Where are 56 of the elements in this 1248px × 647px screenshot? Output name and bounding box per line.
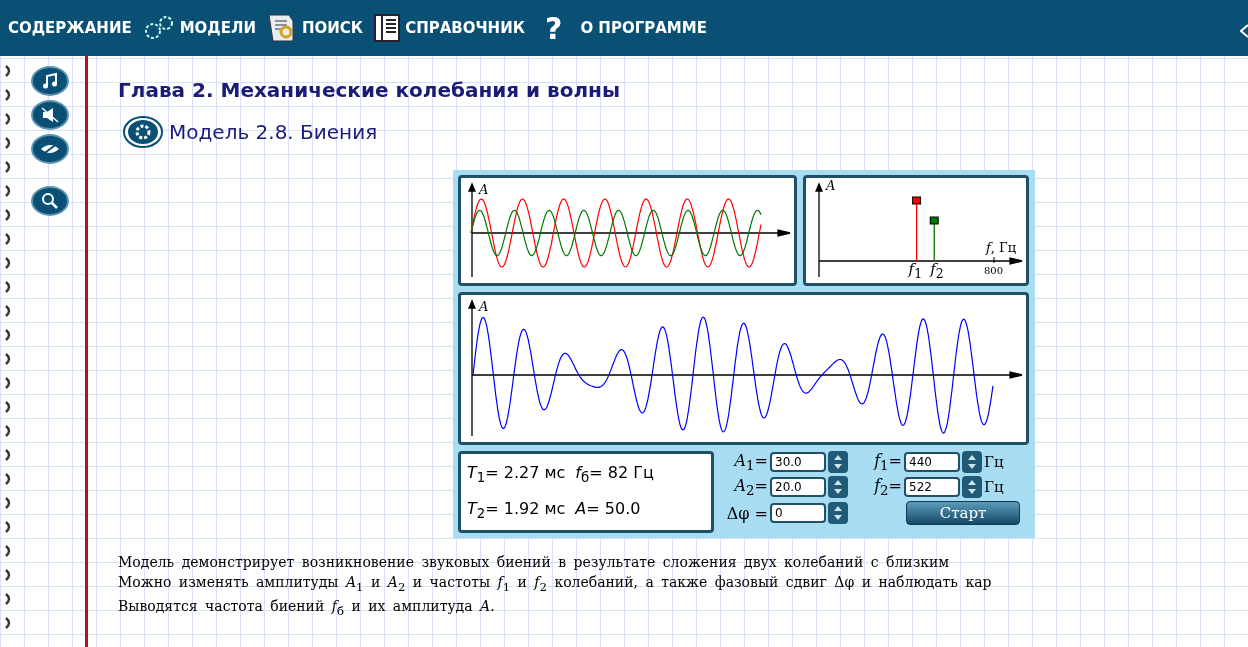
second-spectrum-line (929, 216, 939, 262)
unit-label: Гц (984, 453, 1004, 472)
speaker-muted-icon (39, 106, 60, 124)
field-label: A$_{1}$= (732, 451, 768, 474)
round-tool-button[interactable] (30, 186, 69, 216)
readout-value: A= 50.0 (575, 498, 641, 520)
model-title: Модель 2.8. Биения (169, 120, 378, 144)
music-note-icon (40, 72, 59, 90)
magnifier-icon (40, 192, 59, 210)
up-down-arrows-icon (833, 505, 843, 522)
frequency-label: f$_{1}$ (908, 260, 923, 278)
nav-link[interactable]: О ПРОГРАММЕ (580, 19, 707, 37)
up-down-arrows-icon (833, 479, 843, 496)
up-down-arrows-icon (833, 454, 843, 471)
spinner-button[interactable] (828, 451, 848, 474)
value-field[interactable]: 440 (904, 452, 960, 473)
field-label: f$_{1}$= (872, 451, 902, 474)
round-tool-button[interactable] (30, 100, 69, 130)
field-label: Δφ = (725, 503, 768, 523)
value-field[interactable]: 0 (770, 503, 826, 524)
description-text: Можно изменять амплитуды A$_{1}$ и A$_{2}$ и частоты f$_{1}$ и f$_{2}$ колебаний, а также фазовый сдвиг Δφ и наблюдать кар (118, 574, 993, 594)
spinner-button[interactable] (962, 451, 982, 474)
value-field[interactable]: 20.0 (770, 477, 826, 498)
start-button[interactable]: Старт (906, 501, 1020, 526)
spinner-button[interactable] (962, 476, 982, 499)
nav-link[interactable]: МОДЕЛИ (141, 14, 256, 42)
round-tool-button[interactable] (30, 134, 69, 164)
description-text: Модель демонстрирует возникновение звуковых биений в результате сложения двух колебаний с близким (118, 554, 951, 570)
field-label: f$_{2}$= (872, 476, 902, 499)
value-field[interactable]: 30.0 (770, 452, 826, 473)
field-label: A$_{2}$= (732, 476, 768, 499)
readout-value: T$_{2}$= 1.92 мс (467, 498, 566, 522)
readout-value: T$_{1}$= 2.27 мс (467, 462, 566, 486)
chapter-title: Глава 2. Механические колебания и волны (118, 78, 621, 102)
unit-label: Гц (984, 478, 1004, 497)
book-icon (373, 13, 402, 43)
description-text: Выводятся частота биений f$_{б}$ и их амплитуда A. (118, 597, 496, 618)
axis-label: A (479, 182, 489, 197)
tick-label: 800 (984, 265, 1004, 276)
axis-label: A (826, 178, 836, 193)
up-down-arrows-icon (967, 454, 977, 471)
gear-icon (123, 116, 163, 148)
help-icon: ? (544, 10, 563, 46)
frequency-label: f$_{2}$ (930, 260, 944, 278)
nav-link[interactable]: СПРАВОЧНИК (373, 13, 525, 43)
value-field[interactable]: 522 (904, 477, 960, 498)
axis-label: f, Гц (986, 240, 1017, 255)
nav-link[interactable]: ПОИСК (266, 12, 364, 44)
axis-label: A (479, 299, 489, 314)
spinner-button[interactable] (828, 476, 848, 499)
first-spectrum-line (912, 196, 922, 262)
up-down-arrows-icon (967, 479, 977, 496)
readout-value: f$_{б}$= 82 Гц (575, 462, 654, 486)
round-tool-button[interactable] (30, 66, 69, 96)
spinner-button[interactable] (828, 502, 848, 525)
nav-link[interactable]: СОДЕРЖАНИЕ (8, 19, 132, 37)
